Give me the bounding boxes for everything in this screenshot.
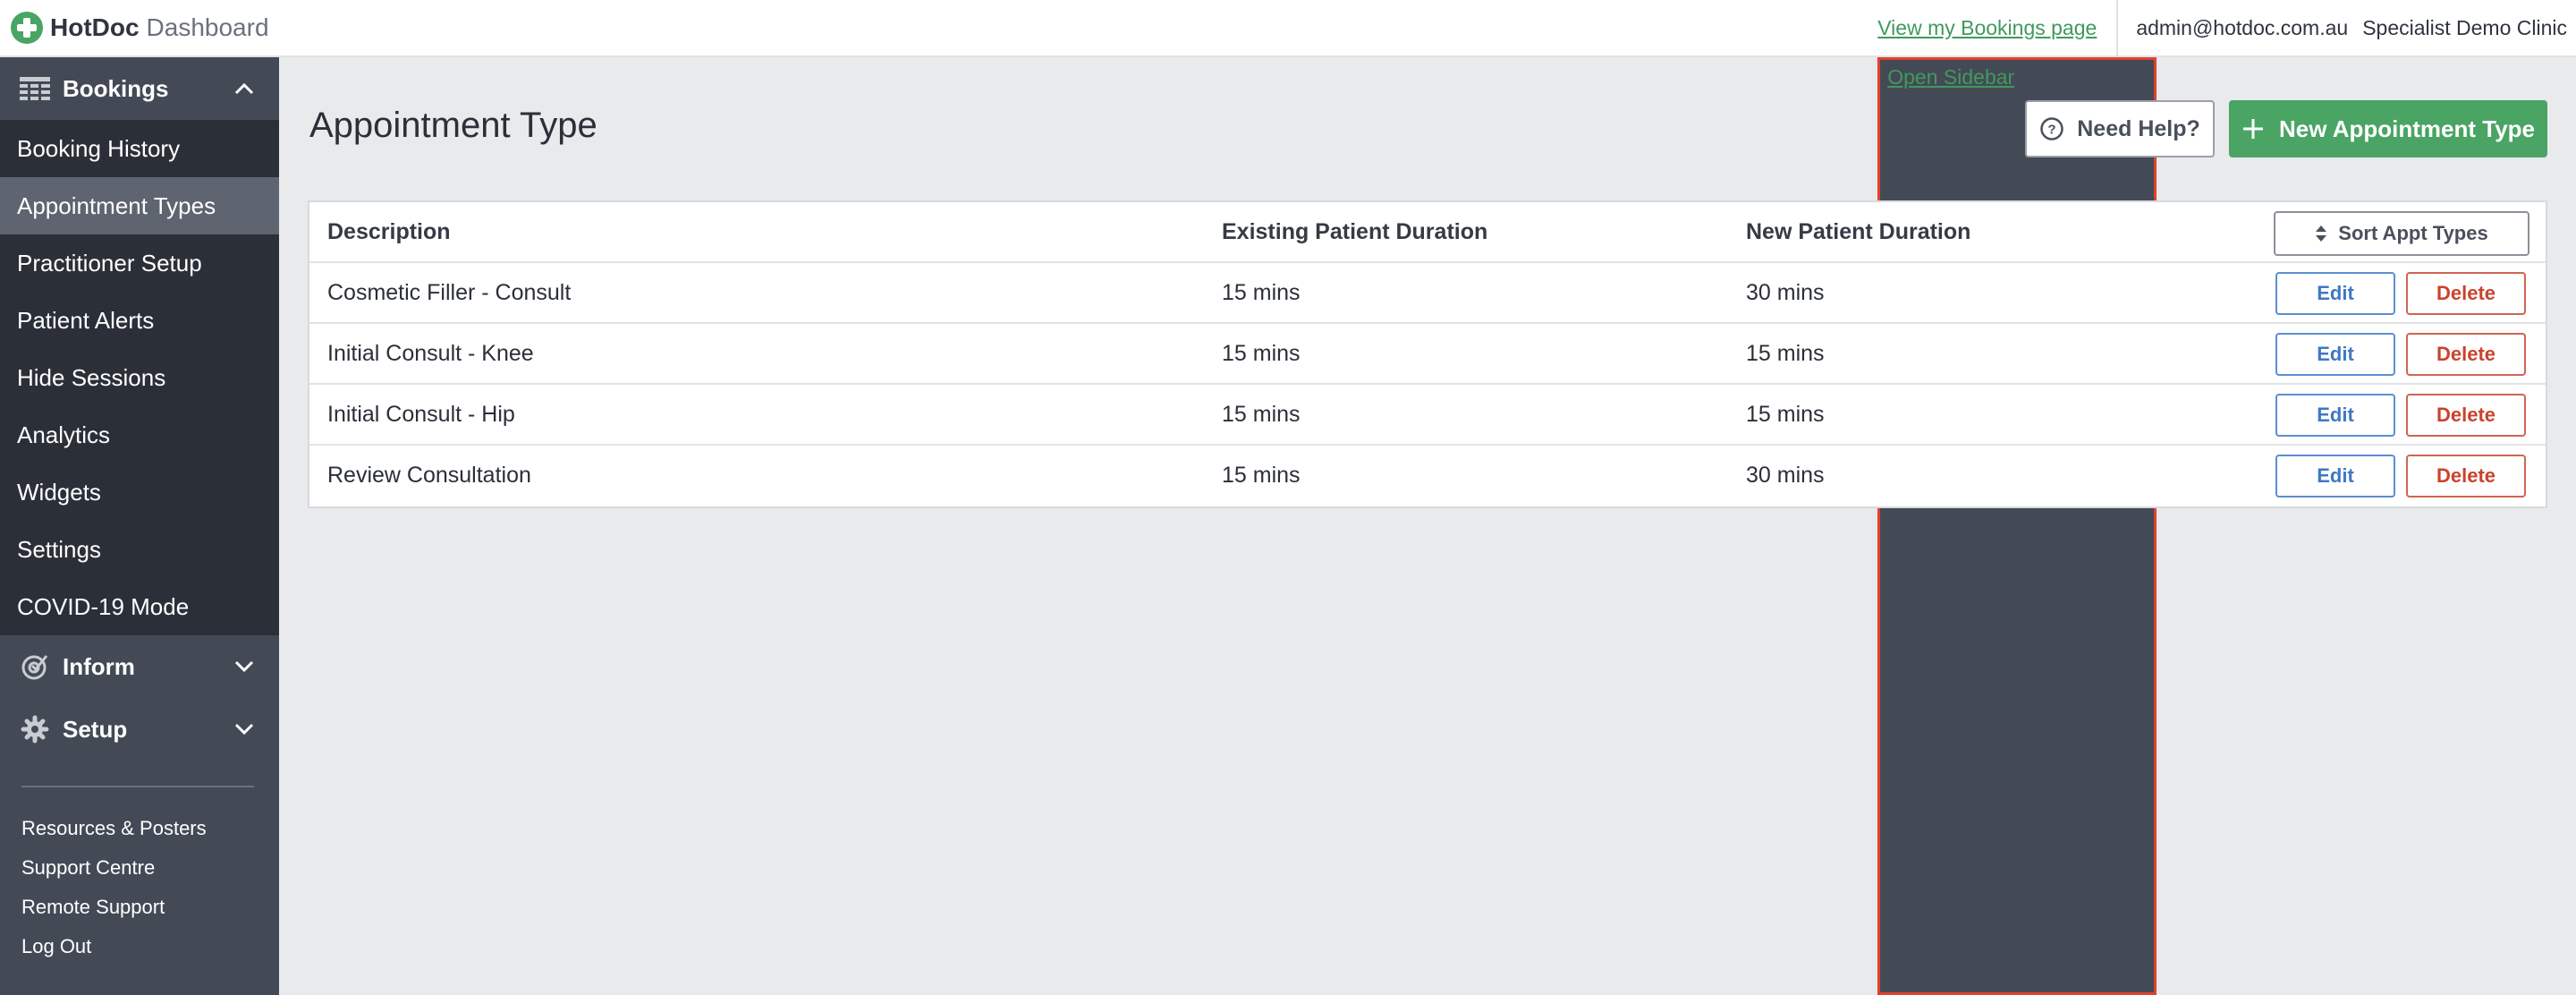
need-help-label: Need Help? (2077, 115, 2200, 141)
cell-existing-duration: 15 mins (1222, 462, 1301, 488)
edit-button[interactable]: Edit (2275, 272, 2395, 315)
column-header-description: Description (327, 218, 451, 244)
sidebar-item-widgets[interactable]: Widgets (0, 463, 279, 521)
cell-description: Initial Consult - Hip (327, 401, 515, 427)
user-email[interactable]: admin@hotdoc.com.au (2136, 16, 2348, 40)
cell-description: Review Consultation (327, 462, 531, 488)
cell-existing-duration: 15 mins (1222, 401, 1301, 427)
log-out-link[interactable]: Log Out (0, 927, 279, 966)
page-title: Appointment Type (309, 106, 597, 145)
delete-button[interactable]: Delete (2406, 394, 2526, 437)
delete-button[interactable]: Delete (2406, 333, 2526, 376)
sidebar-section-label: Bookings (63, 74, 169, 102)
sort-arrows-icon (2316, 225, 2327, 242)
hotdoc-logo-icon (11, 12, 43, 44)
cell-new-duration: 15 mins (1746, 401, 1825, 427)
edit-button[interactable]: Edit (2275, 333, 2395, 376)
new-appointment-type-label: New Appointment Type (2279, 115, 2535, 142)
grid-table-icon (20, 73, 50, 104)
chevron-up-icon (234, 82, 254, 95)
sidebar-item-appointment-types[interactable]: Appointment Types (0, 177, 279, 234)
cell-new-duration: 30 mins (1746, 279, 1825, 305)
sidebar-section-label: Inform (63, 652, 135, 680)
delete-button[interactable]: Delete (2406, 272, 2526, 315)
sidebar-item-hide-sessions[interactable]: Hide Sessions (0, 349, 279, 406)
header-divider (2116, 0, 2119, 55)
brand-name: HotDoc (50, 13, 140, 41)
cell-existing-duration: 15 mins (1222, 340, 1301, 366)
sort-appt-types-label: Sort Appt Types (2338, 222, 2488, 244)
plus-icon (2243, 119, 2263, 139)
gear-icon (20, 714, 50, 744)
cell-new-duration: 30 mins (1746, 462, 1825, 488)
sidebar: Bookings Booking History Appointment Typ… (0, 57, 279, 995)
edit-button[interactable]: Edit (2275, 394, 2395, 437)
chevron-down-icon (234, 660, 254, 673)
sidebar-section-label: Setup (63, 715, 128, 743)
sidebar-section-inform[interactable]: Inform (0, 635, 279, 698)
appointment-types-table: Description Existing Patient Duration Ne… (308, 200, 2547, 508)
remote-support-link[interactable]: Remote Support (0, 888, 279, 927)
sidebar-item-covid-mode[interactable]: COVID-19 Mode (0, 578, 279, 635)
sidebar-item-patient-alerts[interactable]: Patient Alerts (0, 292, 279, 349)
bookings-submenu: Booking History Appointment Types Practi… (0, 120, 279, 635)
sidebar-item-booking-history[interactable]: Booking History (0, 120, 279, 177)
question-circle-icon: ? (2040, 117, 2063, 140)
sidebar-item-analytics[interactable]: Analytics (0, 406, 279, 463)
new-appointment-type-button[interactable]: New Appointment Type (2229, 100, 2547, 157)
cell-description: Cosmetic Filler - Consult (327, 279, 572, 305)
cell-existing-duration: 15 mins (1222, 279, 1301, 305)
column-header-new-duration: New Patient Duration (1746, 218, 1971, 244)
delete-button[interactable]: Delete (2406, 455, 2526, 498)
resources-posters-link[interactable]: Resources & Posters (0, 809, 279, 848)
table-row: Initial Consult - Hip 15 mins 15 mins Ed… (309, 385, 2546, 446)
sidebar-item-settings[interactable]: Settings (0, 521, 279, 578)
brand[interactable]: HotDoc Dashboard (11, 0, 269, 55)
sidebar-item-practitioner-setup[interactable]: Practitioner Setup (0, 234, 279, 292)
table-header-row: Description Existing Patient Duration Ne… (309, 202, 2546, 263)
cell-new-duration: 15 mins (1746, 340, 1825, 366)
table-row: Cosmetic Filler - Consult 15 mins 30 min… (309, 263, 2546, 324)
table-row: Initial Consult - Knee 15 mins 15 mins E… (309, 324, 2546, 385)
top-header: HotDoc Dashboard View my Bookings page O… (0, 0, 2576, 995)
sidebar-divider (21, 786, 254, 787)
header-links: View my Bookings page Open Sidebar admin… (1877, 0, 2576, 995)
view-bookings-page-link[interactable]: View my Bookings page (1877, 16, 2097, 40)
svg-text:?: ? (2048, 123, 2056, 138)
need-help-button[interactable]: ? Need Help? (2025, 100, 2215, 157)
target-check-icon (20, 651, 50, 682)
cell-description: Initial Consult - Knee (327, 340, 534, 366)
brand-subtitle: Dashboard (146, 13, 269, 41)
sidebar-section-setup[interactable]: Setup (0, 698, 279, 761)
chevron-down-icon (234, 723, 254, 736)
clinic-name[interactable]: Specialist Demo Clinic (2362, 16, 2567, 40)
support-centre-link[interactable]: Support Centre (0, 848, 279, 888)
sidebar-section-bookings[interactable]: Bookings (0, 57, 279, 120)
column-header-existing-duration: Existing Patient Duration (1222, 218, 1488, 244)
table-row: Review Consultation 15 mins 30 mins Edit… (309, 446, 2546, 506)
open-sidebar-link[interactable]: Open Sidebar (1877, 57, 2157, 995)
sort-appt-types-button[interactable]: Sort Appt Types (2274, 211, 2529, 256)
edit-button[interactable]: Edit (2275, 455, 2395, 498)
